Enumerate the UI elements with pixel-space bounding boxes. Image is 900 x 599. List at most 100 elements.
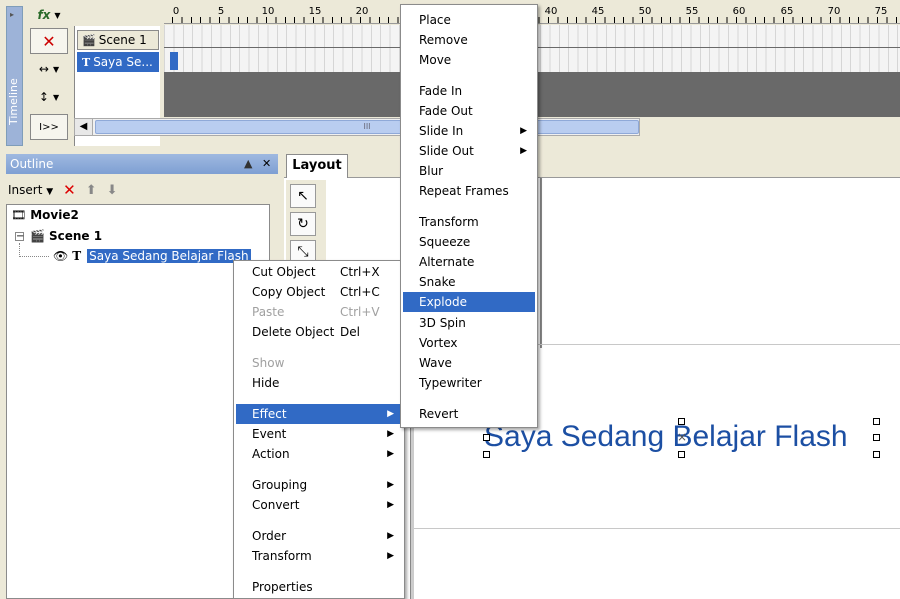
tab-layout[interactable]: Layout <box>286 154 348 178</box>
menu-item-revert[interactable]: Revert <box>403 404 535 424</box>
move-up-icon[interactable]: ⬆ <box>86 183 97 198</box>
menu-item-alternate[interactable]: Alternate <box>403 252 535 272</box>
stage-text-object[interactable]: Saya Sedang Belajar Flash <box>484 420 848 454</box>
menu-item-label: Typewriter <box>419 376 482 390</box>
resize-icon: ↔ <box>38 62 49 76</box>
selection-handle[interactable] <box>873 434 880 441</box>
submenu-arrow-icon: ▶ <box>387 429 394 439</box>
selection-handle[interactable] <box>873 418 880 425</box>
close-icon[interactable]: ✕ <box>262 154 271 174</box>
ruler-number: 0 <box>172 6 180 17</box>
text-icon: T <box>82 55 91 69</box>
menu-item-typewriter[interactable]: Typewriter <box>403 373 535 393</box>
rotate-tool-icon[interactable]: ↻ <box>290 212 316 236</box>
delete-icon[interactable]: ✕ <box>63 181 76 199</box>
menu-item-transform-effect[interactable]: Transform <box>403 212 535 232</box>
menu-item-label: Alternate <box>419 255 475 269</box>
menu-item-copy-object[interactable]: Copy Object Ctrl+C <box>236 282 402 302</box>
tree-item-text-object[interactable]: 👁 T Saya Sedang Belajar Flash <box>53 249 251 263</box>
menu-item-snake[interactable]: Snake <box>403 272 535 292</box>
menu-item-remove[interactable]: Remove <box>403 30 535 50</box>
submenu-arrow-icon: ▶ <box>520 146 527 156</box>
menu-item-label: Revert <box>419 407 459 421</box>
menu-item-label: Squeeze <box>419 235 471 249</box>
menu-item-hide[interactable]: Hide <box>236 373 402 393</box>
menu-item-delete-object[interactable]: Delete Object Del <box>236 322 402 342</box>
menu-item-blur[interactable]: Blur <box>403 161 535 181</box>
menu-item-explode[interactable]: Explode <box>403 292 535 312</box>
menu-item-label: Delete Object <box>252 325 335 339</box>
play-icon: I>> <box>39 121 59 133</box>
center-point-icon[interactable]: × <box>677 430 687 444</box>
timeline-tab[interactable]: Timeline <box>6 6 23 146</box>
menu-item-vortex[interactable]: Vortex <box>403 333 535 353</box>
menu-item-grouping[interactable]: Grouping ▶ <box>236 475 402 495</box>
selection-handle[interactable] <box>678 418 685 425</box>
menu-item-repeat-frames[interactable]: Repeat Frames <box>403 181 535 201</box>
menu-item-effect[interactable]: Effect ▶ <box>236 404 402 424</box>
menu-item-fade-in[interactable]: Fade In <box>403 81 535 101</box>
menu-item-transform[interactable]: Transform ▶ <box>236 546 402 566</box>
submenu-arrow-icon: ▶ <box>387 500 394 510</box>
menu-item-action[interactable]: Action ▶ <box>236 444 402 464</box>
selection-handle[interactable] <box>678 451 685 458</box>
effect-submenu: Place Remove Move Fade In Fade Out Slide… <box>400 4 538 428</box>
keyframe[interactable] <box>170 52 178 70</box>
selection-handle[interactable] <box>483 434 490 441</box>
menu-item-event[interactable]: Event ▶ <box>236 424 402 444</box>
insert-button[interactable]: Insert ▼ <box>8 183 53 197</box>
fx-button[interactable]: fx ▼ <box>30 2 68 28</box>
visibility-icon: ↕ <box>38 90 49 104</box>
outline-tree: 🎞 Movie2 − 🎬 Scene 1 👁 T Saya Sedang Bel… <box>6 204 270 599</box>
menu-item-convert[interactable]: Convert ▶ <box>236 495 402 515</box>
menu-item-slide-in[interactable]: Slide In ▶ <box>403 121 535 141</box>
ruler-number: 10 <box>261 6 275 17</box>
menu-item-cut-object[interactable]: Cut Object Ctrl+X <box>236 262 402 282</box>
ruler-number: 20 <box>355 6 369 17</box>
timeline-scrollbar[interactable]: ◀ III <box>74 118 640 136</box>
menu-separator <box>403 397 535 398</box>
menu-item-label: Event <box>252 427 287 441</box>
menu-item-label: Transform <box>419 215 479 229</box>
eye-icon: 👁 <box>53 249 69 263</box>
menu-item-properties[interactable]: Properties <box>236 577 402 597</box>
delete-button[interactable]: ✕ <box>30 28 68 54</box>
menu-item-label: Repeat Frames <box>419 184 509 198</box>
selection-handle[interactable] <box>873 451 880 458</box>
outline-toolbar: Insert ▼ ✕ ⬆ ⬇ <box>8 180 118 200</box>
chevron-down-icon: ▼ <box>46 187 54 197</box>
ruler-number: 65 <box>780 6 794 17</box>
menu-item-order[interactable]: Order ▶ <box>236 526 402 546</box>
menu-item-3d-spin[interactable]: 3D Spin <box>403 313 535 333</box>
collapse-icon[interactable]: ▲ <box>244 154 252 174</box>
collapse-tree-icon[interactable]: − <box>15 231 24 241</box>
selection-handle[interactable] <box>483 451 490 458</box>
play-button[interactable]: I>> <box>30 114 68 140</box>
timeline-row-text-object[interactable]: T Saya Se... <box>77 52 159 72</box>
menu-item-label: Cut Object <box>252 265 316 279</box>
menu-item-label: Show <box>252 356 285 370</box>
visibility-button[interactable]: ↕ ▼ <box>30 84 68 110</box>
menu-item-label: Slide In <box>419 124 464 138</box>
tree-item-movie[interactable]: 🎞 Movie2 <box>11 208 79 222</box>
pointer-tool-icon[interactable]: ↖ <box>290 184 316 208</box>
menu-item-fade-out[interactable]: Fade Out <box>403 101 535 121</box>
tree-item-scene[interactable]: − 🎬 Scene 1 <box>15 229 102 243</box>
menu-item-place[interactable]: Place <box>403 10 535 30</box>
menu-item-label: 3D Spin <box>419 316 466 330</box>
move-down-icon[interactable]: ⬇ <box>107 183 118 198</box>
scroll-left-icon[interactable]: ◀ <box>75 119 93 135</box>
menu-item-label: Hide <box>252 376 280 390</box>
menu-separator <box>236 570 402 571</box>
menu-item-shortcut: Ctrl+C <box>340 285 380 299</box>
ruler-number: 60 <box>732 6 746 17</box>
menu-item-wave[interactable]: Wave <box>403 353 535 373</box>
menu-item-squeeze[interactable]: Squeeze <box>403 232 535 252</box>
timeline-row-scene[interactable]: 🎬 Scene 1 <box>77 30 159 50</box>
expand-arrow-icon[interactable]: ▸ <box>10 10 14 19</box>
scroll-thumb[interactable]: III <box>95 120 639 134</box>
resize-button[interactable]: ↔ ▼ <box>30 56 68 82</box>
chevron-down-icon: ▼ <box>54 10 61 20</box>
menu-item-slide-out[interactable]: Slide Out ▶ <box>403 141 535 161</box>
menu-item-move[interactable]: Move <box>403 50 535 70</box>
